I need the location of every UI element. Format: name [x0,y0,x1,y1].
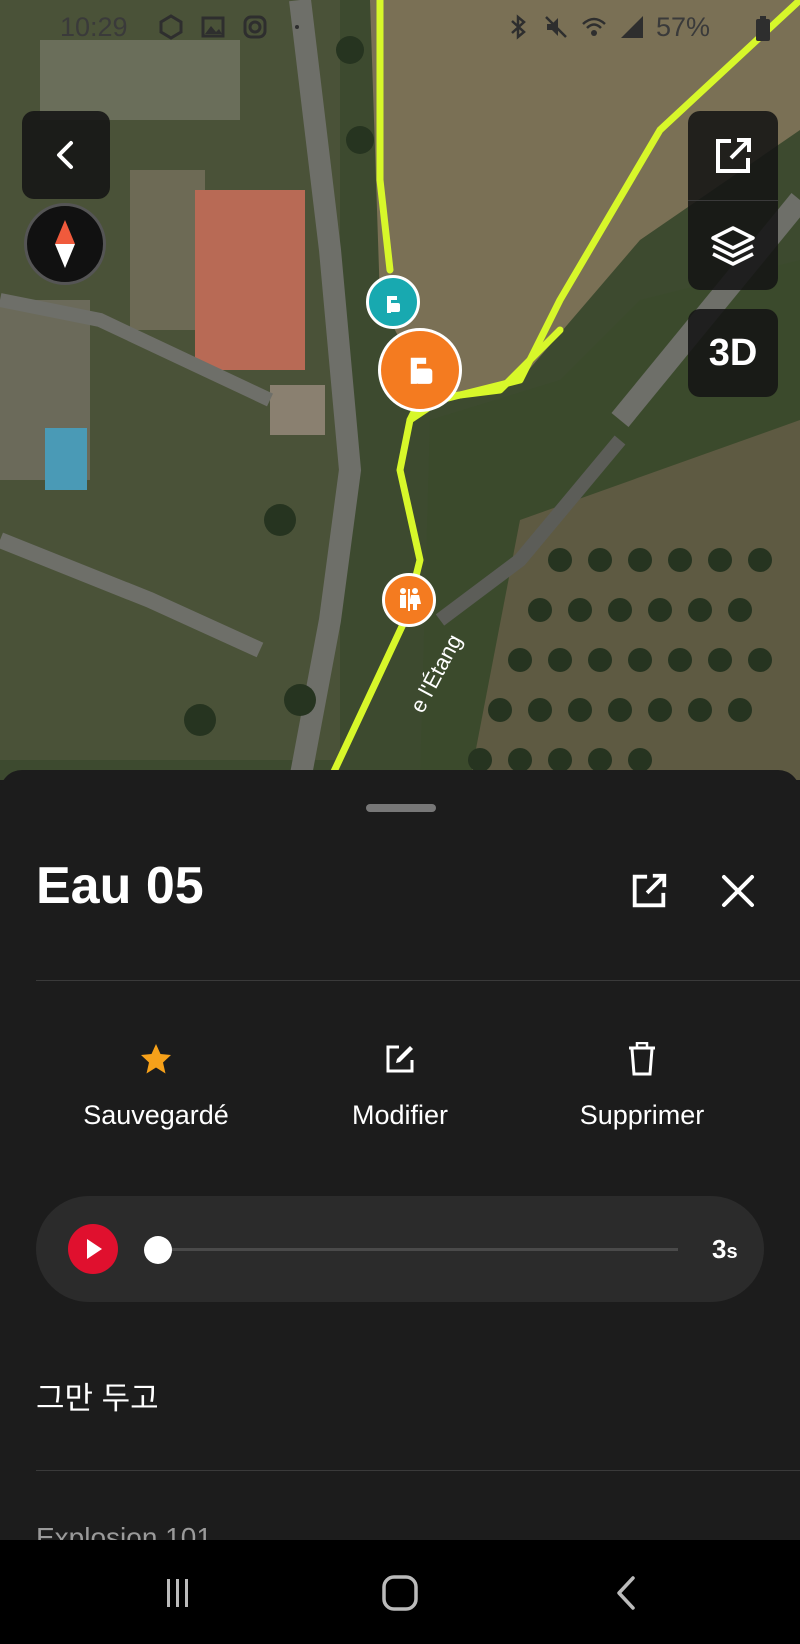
layers-icon [711,225,755,266]
dot-icon [295,25,299,29]
poi-detail-sheet: Eau 05 Sauvegardé Modifier Supprimer 3s … [0,770,800,1553]
back-icon [57,141,73,169]
mute-icon [545,16,567,38]
back-button[interactable] [22,111,110,199]
edit-button[interactable]: Modifier [290,1042,510,1131]
gallery-icon [201,16,225,38]
close-button[interactable] [713,866,763,916]
status-bar: 10:29 57% [0,0,800,54]
delete-button[interactable]: Supprimer [532,1042,752,1131]
battery-percent: 57% [656,12,711,42]
layers-button[interactable] [688,202,778,290]
compass-icon [55,220,75,268]
edit-icon [386,1045,414,1073]
app-icon [159,14,183,40]
audio-duration: 3s [712,1234,738,1265]
map-share-button[interactable] [688,112,778,201]
audio-progress-knob[interactable] [144,1236,172,1264]
delete-label: Supprimer [579,1100,705,1130]
wifi-icon [582,17,606,36]
bluetooth-icon [511,14,526,40]
3d-label: 3D [708,331,758,374]
divider [36,1470,800,1471]
toilets-icon [400,588,421,611]
home-button[interactable] [370,1570,430,1616]
3d-button[interactable]: 3D [688,309,778,397]
water-tap-icon [387,296,400,313]
status-time: 10:29 [60,12,128,42]
audio-progress-track[interactable] [158,1248,678,1251]
saved-button[interactable]: Sauvegardé [46,1042,266,1131]
recent-apps-button[interactable] [148,1570,208,1616]
trash-icon [629,1042,655,1076]
poi-title: Eau 05 [36,857,204,915]
star-icon [141,1044,171,1074]
system-nav-bar [0,1540,800,1644]
signal-icon [621,16,643,38]
sheet-drag-handle[interactable] [366,804,436,812]
share-icon [716,137,751,173]
back-nav-icon [617,1576,635,1610]
audio-player: 3s [36,1196,764,1302]
share-icon [632,873,667,908]
instagram-icon [243,15,267,39]
share-poi-button[interactable] [624,866,674,916]
divider [36,980,800,981]
play-button[interactable] [68,1224,118,1274]
toilets-marker[interactable] [382,573,436,627]
play-icon [87,1239,102,1259]
compass-button[interactable] [24,203,106,285]
duration-unit: s [726,1241,738,1263]
close-icon [722,875,754,907]
water-tap-icon [410,357,433,384]
battery-icon [756,16,770,41]
water-marker-selected[interactable] [378,328,462,412]
saved-label: Sauvegardé [83,1100,229,1130]
duration-number: 3 [712,1234,727,1264]
map-controls-group [688,111,778,290]
home-icon [382,1575,418,1611]
back-nav-button[interactable] [596,1570,656,1616]
poi-description: 그만 두고 [36,1381,159,1416]
recent-apps-icon [167,1579,188,1607]
water-marker-small[interactable] [366,275,420,329]
edit-label: Modifier [351,1100,449,1130]
map-view[interactable]: e l'Étang 10:29 57% 3D [0,0,800,780]
